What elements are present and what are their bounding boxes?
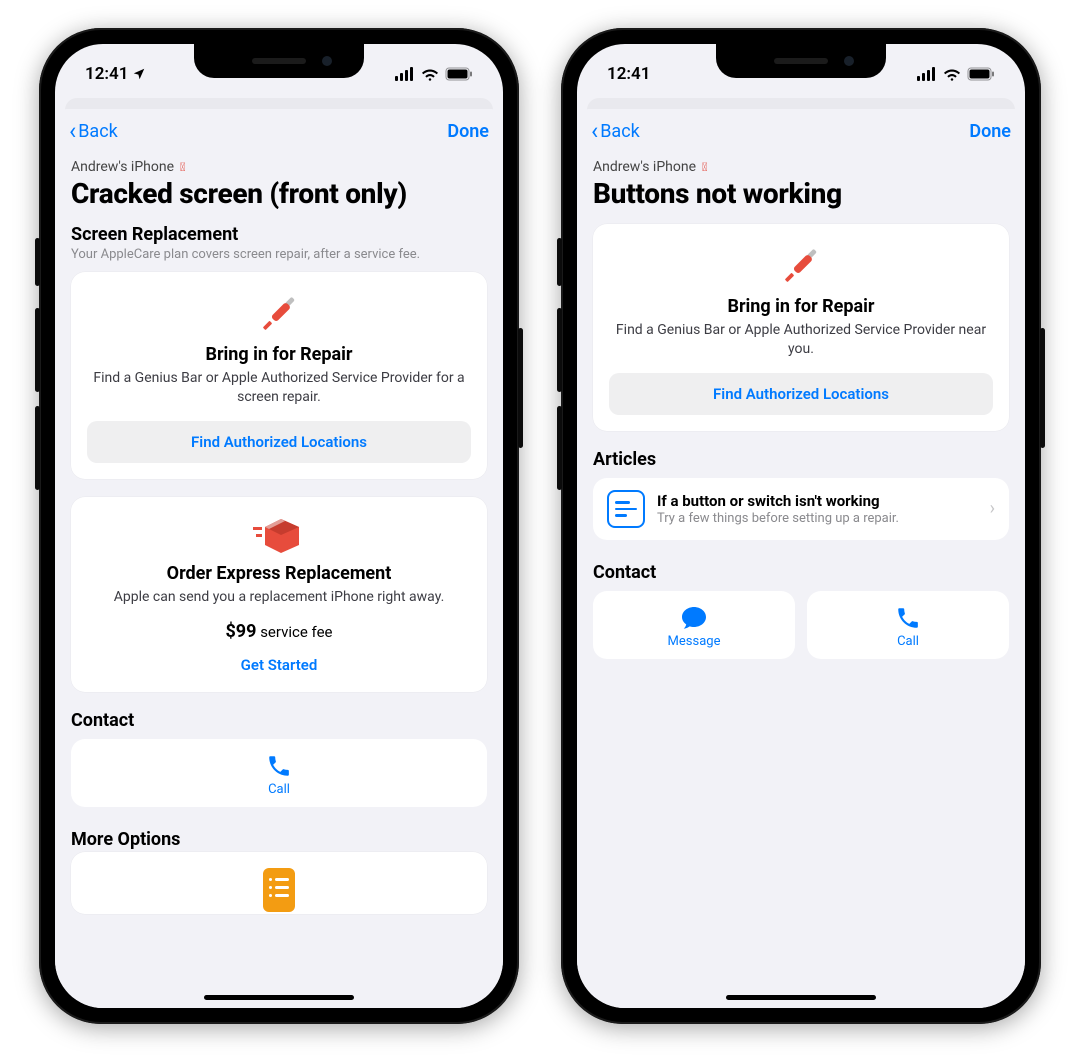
applecare-icon:  [702, 160, 707, 174]
phone-icon [807, 605, 1009, 631]
screwdriver-icon [609, 242, 993, 288]
location-icon [132, 67, 146, 81]
chevron-right-icon: › [990, 498, 995, 519]
power-button [518, 328, 523, 448]
silence-switch [35, 238, 40, 286]
repair-card: Bring in for Repair Find a Genius Bar or… [593, 224, 1009, 431]
more-options-title: More Options [71, 829, 487, 850]
battery-icon [445, 67, 473, 81]
status-time: 12:41 [607, 64, 650, 84]
done-button[interactable]: Done [969, 121, 1011, 142]
chevron-left-icon: ‹ [591, 119, 598, 143]
fee-line: $99 service fee [87, 621, 471, 642]
back-button[interactable]: ‹ Back [69, 119, 118, 143]
page-title: Buttons not working [593, 177, 1009, 210]
nav-bar: ‹ Back Done [577, 109, 1025, 143]
card-title: Bring in for Repair [609, 296, 993, 317]
done-button[interactable]: Done [447, 121, 489, 142]
article-icon [607, 490, 645, 528]
contact-title: Contact [71, 710, 487, 731]
nav-bar: ‹ Back Done [55, 109, 503, 143]
silence-switch [557, 238, 562, 286]
message-icon [593, 605, 795, 631]
volume-down-button [557, 406, 562, 490]
contact-call-tile[interactable]: Call [807, 591, 1009, 659]
more-options-card[interactable] [71, 852, 487, 914]
device-name: Andrew's iPhone [71, 159, 174, 175]
back-label: Back [600, 121, 640, 142]
volume-down-button [35, 406, 40, 490]
notch [194, 44, 364, 78]
applecare-icon:  [180, 160, 185, 174]
contact-call-tile[interactable]: Call [71, 739, 487, 807]
device-line: Andrew's iPhone  [71, 159, 487, 175]
device-line: Andrew's iPhone  [593, 159, 1009, 175]
find-locations-button[interactable]: Find Authorized Locations [609, 373, 993, 415]
fee-amount: $99 [225, 621, 256, 642]
phone-frame-left: 12:41 [39, 28, 519, 1024]
section-subtitle: Your AppleCare plan covers screen repair… [71, 247, 487, 262]
cellular-icon [917, 67, 937, 81]
back-label: Back [78, 121, 118, 142]
article-row[interactable]: If a button or switch isn't working Try … [593, 478, 1009, 540]
volume-up-button [35, 308, 40, 392]
contact-title: Contact [593, 562, 1009, 583]
card-desc: Apple can send you a replacement iPhone … [87, 588, 471, 607]
repair-card: Bring in for Repair Find a Genius Bar or… [71, 272, 487, 479]
section-title: Screen Replacement [71, 224, 487, 245]
article-title: If a button or switch isn't working [657, 492, 978, 510]
document-icon [71, 866, 487, 914]
contact-message-label: Message [593, 634, 795, 649]
status-time: 12:41 [85, 64, 128, 84]
notch [716, 44, 886, 78]
articles-title: Articles [593, 449, 1009, 470]
back-button[interactable]: ‹ Back [591, 119, 640, 143]
shipping-box-icon [87, 515, 471, 555]
card-desc: Find a Genius Bar or Apple Authorized Se… [609, 321, 993, 359]
card-desc: Find a Genius Bar or Apple Authorized Se… [87, 369, 471, 407]
find-locations-button[interactable]: Find Authorized Locations [87, 421, 471, 463]
contact-message-tile[interactable]: Message [593, 591, 795, 659]
wifi-icon [421, 67, 439, 81]
home-indicator[interactable] [726, 995, 876, 1000]
page-title: Cracked screen (front only) [71, 177, 487, 210]
power-button [1040, 328, 1045, 448]
cellular-icon [395, 67, 415, 81]
phone-frame-right: 12:41 ‹ [561, 28, 1041, 1024]
get-started-button[interactable]: Get Started [87, 652, 471, 676]
screwdriver-icon [87, 290, 471, 336]
device-name: Andrew's iPhone [593, 159, 696, 175]
phone-icon [71, 753, 487, 779]
card-title: Bring in for Repair [87, 344, 471, 365]
card-title: Order Express Replacement [87, 563, 471, 584]
chevron-left-icon: ‹ [69, 119, 76, 143]
contact-call-label: Call [71, 782, 487, 797]
fee-suffix: service fee [256, 623, 332, 641]
article-sub: Try a few things before setting up a rep… [657, 511, 978, 526]
contact-call-label: Call [807, 634, 1009, 649]
wifi-icon [943, 67, 961, 81]
home-indicator[interactable] [204, 995, 354, 1000]
express-card: Order Express Replacement Apple can send… [71, 497, 487, 692]
battery-icon [967, 67, 995, 81]
volume-up-button [557, 308, 562, 392]
